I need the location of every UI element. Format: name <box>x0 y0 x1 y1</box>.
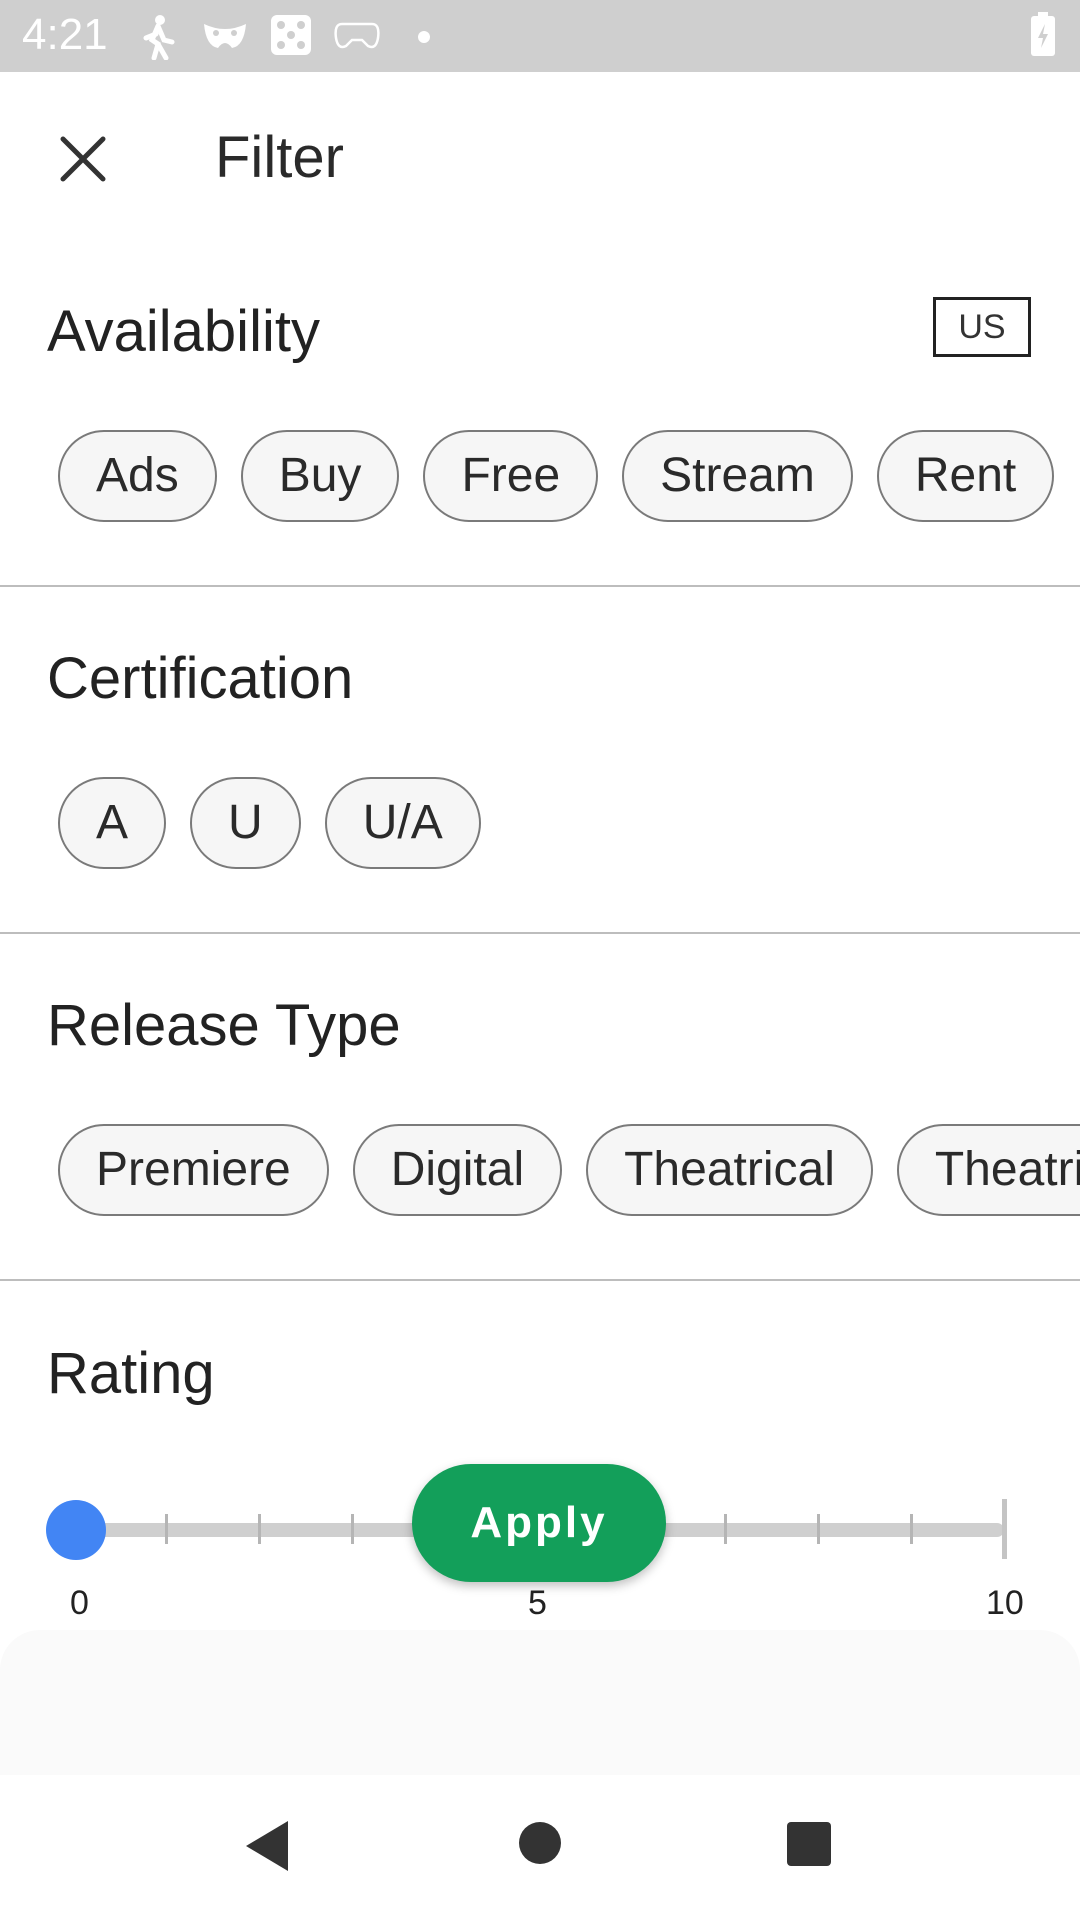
chip-cert-u[interactable]: U <box>190 777 301 869</box>
divider <box>0 585 1080 587</box>
certification-chips: A U U/A <box>58 777 481 873</box>
dice-icon <box>270 14 312 61</box>
release-type-scroller: Premiere Digital Theatrical Theatrical <box>0 1120 1080 1220</box>
slider-tick <box>817 1514 820 1544</box>
status-time: 4:21 <box>22 10 108 59</box>
divider <box>0 1279 1080 1281</box>
chip-rent[interactable]: Rent <box>876 430 1055 522</box>
chip-premiere[interactable]: Premiere <box>58 1124 329 1216</box>
certification-title: Certification <box>47 646 354 711</box>
slider-tick <box>724 1514 727 1544</box>
chip-cert-ua[interactable]: U/A <box>324 777 481 869</box>
chip-free[interactable]: Free <box>423 430 599 522</box>
availability-title: Availability <box>47 299 320 364</box>
chip-buy[interactable]: Buy <box>240 430 400 522</box>
slider-label-max: 10 <box>986 1584 1024 1622</box>
back-icon[interactable] <box>242 1819 290 1878</box>
app-bar: Filter <box>0 72 1080 252</box>
availability-chips: Ads Buy Free Stream Rent <box>58 430 1055 526</box>
status-bar: 4:21 <box>0 0 1080 72</box>
home-icon[interactable] <box>518 1821 562 1870</box>
rating-title: Rating <box>47 1341 215 1406</box>
bottom-sheet <box>0 1630 1080 1775</box>
release-type-chips: Premiere Digital Theatrical Theatrical <box>58 1124 1080 1220</box>
chip-cert-a[interactable]: A <box>58 777 167 869</box>
slider-tick <box>910 1514 913 1544</box>
close-icon <box>59 135 107 188</box>
chip-theatrical-2[interactable]: Theatrical <box>896 1124 1080 1216</box>
close-button[interactable] <box>40 118 126 204</box>
slider-tick <box>258 1514 261 1544</box>
rating-slider-thumb[interactable] <box>46 1500 106 1560</box>
slider-end-tick <box>1002 1499 1007 1559</box>
chip-theatrical[interactable]: Theatrical <box>586 1124 873 1216</box>
chip-digital[interactable]: Digital <box>352 1124 563 1216</box>
dot-icon <box>418 30 430 48</box>
slider-label-mid: 5 <box>528 1584 547 1622</box>
page-title: Filter <box>215 125 344 190</box>
release-type-title: Release Type <box>47 993 401 1058</box>
slider-tick <box>165 1514 168 1544</box>
chip-stream[interactable]: Stream <box>622 430 853 522</box>
slider-label-min: 0 <box>70 1584 89 1622</box>
recents-icon[interactable] <box>786 1821 832 1872</box>
mask-icon <box>202 20 248 57</box>
divider <box>0 932 1080 934</box>
apply-button[interactable]: Apply <box>412 1464 666 1582</box>
gamepad-icon <box>334 20 380 57</box>
region-badge[interactable]: US <box>933 297 1031 357</box>
chip-ads[interactable]: Ads <box>58 430 217 522</box>
navigation-bar <box>0 1775 1080 1920</box>
slider-tick <box>351 1514 354 1544</box>
battery-charging-icon <box>1030 12 1056 61</box>
walk-icon <box>140 14 176 65</box>
